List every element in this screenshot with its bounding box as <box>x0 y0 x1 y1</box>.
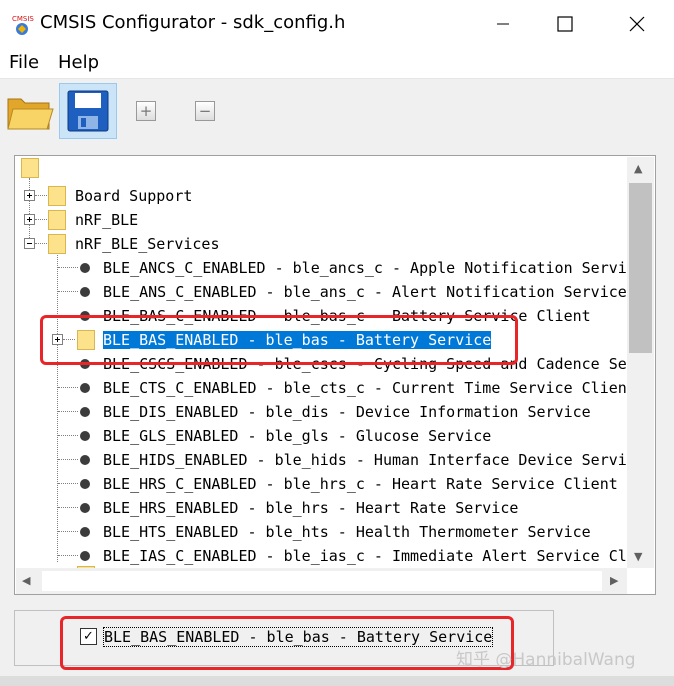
folder-open-icon <box>7 98 54 130</box>
tree-group-nrf-ble[interactable]: nRF_BLE <box>15 208 615 232</box>
open-button[interactable] <box>4 87 56 137</box>
tree-item-label: BLE_ANS_C_ENABLED - ble_ans_c - Alert No… <box>103 283 627 301</box>
minimize-icon <box>497 23 509 25</box>
minimize-button[interactable] <box>480 0 526 48</box>
menu-bar: File Help <box>0 48 674 79</box>
expand-all-icon: + <box>136 101 156 121</box>
tree-line <box>35 243 47 244</box>
annotation-highlight-tree <box>40 315 518 365</box>
folder-icon <box>48 186 66 206</box>
tree-line <box>58 291 78 292</box>
tree-item[interactable]: BLE_HTS_ENABLED - ble_hts - Health Therm… <box>15 520 655 544</box>
tree-line <box>58 483 78 484</box>
tree-line <box>58 411 78 412</box>
tree-line <box>58 267 78 268</box>
tree-line <box>35 219 47 220</box>
bullet-icon <box>80 383 90 393</box>
tree-item[interactable]: BLE_ANS_C_ENABLED - ble_ans_c - Alert No… <box>15 280 655 304</box>
bullet-icon <box>80 479 90 489</box>
bullet-icon <box>80 455 90 465</box>
tree-line <box>58 435 78 436</box>
tree-item[interactable]: BLE_CTS_C_ENABLED - ble_cts_c - Current … <box>15 376 655 400</box>
tree-group-board-support[interactable]: Board Support <box>15 184 615 208</box>
tree-item[interactable]: BLE_IAS_C_ENABLED - ble_ias_c - Immediat… <box>15 544 655 568</box>
save-button[interactable] <box>59 83 117 139</box>
expand-all-button[interactable]: + <box>136 101 158 123</box>
tree-line <box>58 387 78 388</box>
watermark-text: 知乎 @HannibalWang <box>456 650 636 670</box>
folder-icon <box>48 234 66 254</box>
floppy-save-icon <box>67 90 109 132</box>
tree-line <box>35 195 47 196</box>
window-title: CMSIS Configurator - sdk_config.h <box>40 12 346 33</box>
tree-item[interactable]: BLE_GLS_ENABLED - ble_gls - Glucose Serv… <box>15 424 655 448</box>
root-folder-icon <box>21 158 39 178</box>
tree-group-label: nRF_BLE_Services <box>75 235 220 253</box>
config-tree[interactable]: Board Support nRF_BLE nRF_BLE_Services B… <box>14 155 656 595</box>
menu-file[interactable]: File <box>9 52 39 73</box>
horizontal-scroll-thumb[interactable] <box>42 571 602 591</box>
tree-item-label: BLE_GLS_ENABLED - ble_gls - Glucose Serv… <box>103 427 492 445</box>
tree-line <box>58 531 78 532</box>
bullet-icon <box>80 527 90 537</box>
bullet-icon <box>80 551 90 561</box>
collapse-all-icon: − <box>195 101 215 121</box>
tree-item-label: BLE_HTS_ENABLED - ble_hts - Health Therm… <box>103 523 591 541</box>
tree-item-label: BLE_DIS_ENABLED - ble_dis - Device Infor… <box>103 403 591 421</box>
tree-line <box>58 459 78 460</box>
expand-icon[interactable] <box>24 190 35 201</box>
scroll-right-arrow-icon[interactable]: ▶ <box>610 574 618 587</box>
tree-item[interactable]: BLE_DIS_ENABLED - ble_dis - Device Infor… <box>15 400 655 424</box>
tree-group-label: Board Support <box>75 187 193 205</box>
bullet-icon <box>80 503 90 513</box>
tree-item[interactable]: BLE_HRS_ENABLED - ble_hrs - Heart Rate S… <box>15 496 655 520</box>
bullet-icon <box>80 431 90 441</box>
tree-line <box>58 507 78 508</box>
collapse-icon[interactable] <box>24 238 35 249</box>
bullet-icon <box>80 263 90 273</box>
maximize-button[interactable] <box>542 0 588 48</box>
collapse-glyph: − <box>198 102 212 120</box>
tree-item-label: BLE_HRS_C_ENABLED - ble_hrs_c - Heart Ra… <box>103 475 618 493</box>
close-button[interactable] <box>614 0 660 48</box>
tree-group-nrf-ble-services[interactable]: nRF_BLE_Services <box>15 232 615 256</box>
toolbar: + − <box>0 79 674 141</box>
scroll-up-arrow-icon[interactable]: ▲ <box>634 162 642 175</box>
tree-item-label: BLE_ANCS_C_ENABLED - ble_ancs_c - Apple … <box>103 259 627 277</box>
tree-item[interactable]: BLE_HRS_C_ENABLED - ble_hrs_c - Heart Ra… <box>15 472 655 496</box>
tree-item-label: BLE_CTS_C_ENABLED - ble_cts_c - Current … <box>103 379 627 397</box>
bullet-icon <box>80 287 90 297</box>
expand-icon[interactable] <box>24 214 35 225</box>
expand-glyph: + <box>139 102 153 120</box>
annotation-highlight-checkbox <box>60 616 514 670</box>
svg-text:CMSIS: CMSIS <box>12 15 34 23</box>
tree-line <box>58 555 78 556</box>
tree-item[interactable]: BLE_HIDS_ENABLED - ble_hids - Human Inte… <box>15 448 655 472</box>
title-bar[interactable]: CMSIS CMSIS Configurator - sdk_config.h <box>0 0 674 48</box>
folder-icon <box>48 210 66 230</box>
tree-item-label: BLE_HRS_ENABLED - ble_hrs - Heart Rate S… <box>103 499 519 517</box>
tree-item-label: BLE_HIDS_ENABLED - ble_hids - Human Inte… <box>103 451 627 469</box>
cmsis-app-icon: CMSIS <box>10 12 34 36</box>
status-strip <box>0 676 674 686</box>
bullet-icon <box>80 407 90 417</box>
scroll-left-arrow-icon[interactable]: ◀ <box>22 574 30 587</box>
collapse-all-button[interactable]: − <box>195 101 217 123</box>
tree-item-label: BLE_IAS_C_ENABLED - ble_ias_c - Immediat… <box>103 547 627 565</box>
vertical-scroll-thumb[interactable] <box>629 183 652 353</box>
close-icon <box>629 16 645 32</box>
maximize-icon <box>557 16 573 32</box>
menu-help[interactable]: Help <box>58 52 99 73</box>
tree-group-label: nRF_BLE <box>75 211 139 229</box>
scroll-down-arrow-icon[interactable]: ▼ <box>634 550 642 563</box>
tree-item[interactable]: BLE_ANCS_C_ENABLED - ble_ancs_c - Apple … <box>15 256 655 280</box>
